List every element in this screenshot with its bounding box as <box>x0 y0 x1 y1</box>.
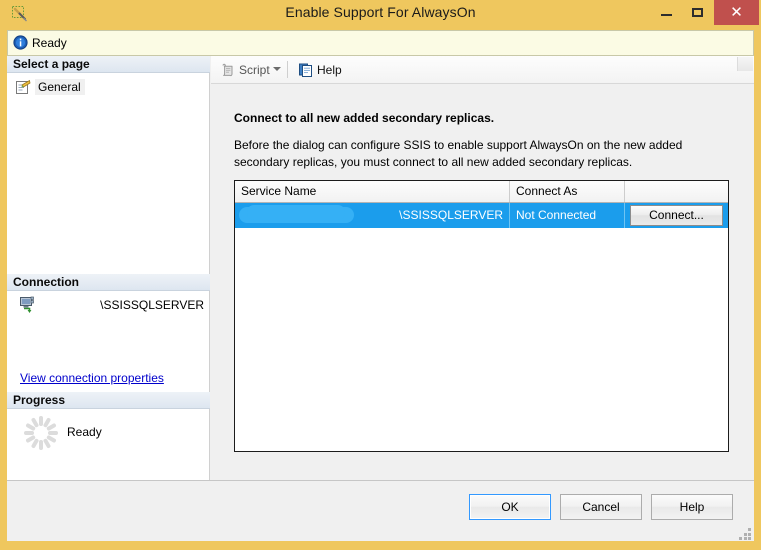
vertical-scrollbar[interactable] <box>737 57 753 71</box>
sidebar-item-general[interactable]: General <box>15 78 85 96</box>
connect-button[interactable]: Connect... <box>630 205 723 226</box>
status-text: Ready <box>32 36 67 50</box>
cancel-button[interactable]: Cancel <box>560 494 642 520</box>
dialog-window: Enable Support For AlwaysOn ✕ Ready Sele… <box>0 0 761 550</box>
sidebar-section-connection: Connection <box>7 274 210 291</box>
page-description: Before the dialog can configure SSIS to … <box>234 138 683 169</box>
cell-service-name-text: \SSISSQLSERVER <box>399 208 503 222</box>
progress-row: Ready <box>7 414 210 454</box>
status-infobar: Ready <box>7 30 754 56</box>
close-icon: ✕ <box>730 4 743 21</box>
redaction-overlay <box>239 205 354 223</box>
resize-grip[interactable] <box>739 528 752 541</box>
services-grid: Service Name Connect As \SSISSQLSERVER N… <box>234 180 729 452</box>
content-toolbar: Script Help <box>211 56 754 84</box>
dialog-footer: OK Cancel Help <box>7 480 754 541</box>
view-connection-properties-link[interactable]: View connection properties <box>20 371 164 385</box>
close-button[interactable]: ✕ <box>714 0 759 25</box>
script-button[interactable]: Script <box>216 59 274 80</box>
column-header-connect-as[interactable]: Connect As <box>510 181 625 202</box>
toolbar-separator <box>287 61 288 78</box>
cell-connect-as[interactable]: Not Connected <box>510 203 625 228</box>
minimize-icon <box>661 14 672 16</box>
sidebar: Select a page General Connection \SSISSQ… <box>7 56 210 480</box>
ok-button[interactable]: OK <box>469 494 551 520</box>
sidebar-item-general-label: General <box>35 79 85 95</box>
maximize-button[interactable] <box>682 0 714 25</box>
column-header-action[interactable] <box>625 181 728 202</box>
minimize-button[interactable] <box>650 0 682 25</box>
script-scroll-icon <box>220 62 236 78</box>
page-title: Connect to all new added secondary repli… <box>234 111 495 125</box>
cell-service-name[interactable]: \SSISSQLSERVER <box>235 203 510 228</box>
sidebar-section-select-page: Select a page <box>7 56 210 73</box>
title-bar[interactable]: Enable Support For AlwaysOn ✕ <box>0 0 761 28</box>
help-toolbar-label: Help <box>317 62 342 77</box>
connection-server-name: \SSISSQLSERVER <box>100 298 204 312</box>
spinner-icon <box>22 414 60 452</box>
help-document-icon <box>298 62 314 78</box>
content-pane: Script Help Connect to all new added sec… <box>211 56 754 480</box>
sidebar-section-progress: Progress <box>7 392 210 409</box>
help-button[interactable]: Help <box>651 494 733 520</box>
grid-header-row: Service Name Connect As <box>235 181 728 203</box>
page-document-icon <box>15 79 31 95</box>
cell-action: Connect... <box>625 203 728 228</box>
info-icon <box>13 35 28 50</box>
server-connection-icon <box>20 296 38 314</box>
column-header-service-name[interactable]: Service Name <box>235 181 510 202</box>
table-row[interactable]: \SSISSQLSERVER Not Connected Connect... <box>235 203 728 228</box>
script-button-label: Script <box>239 62 270 77</box>
progress-status-text: Ready <box>67 425 102 439</box>
maximize-icon <box>692 8 703 17</box>
window-title: Enable Support For AlwaysOn <box>285 4 476 20</box>
chevron-down-icon[interactable] <box>273 67 281 71</box>
connection-row: \SSISSQLSERVER <box>7 296 210 316</box>
help-toolbar-button[interactable]: Help <box>294 59 346 80</box>
